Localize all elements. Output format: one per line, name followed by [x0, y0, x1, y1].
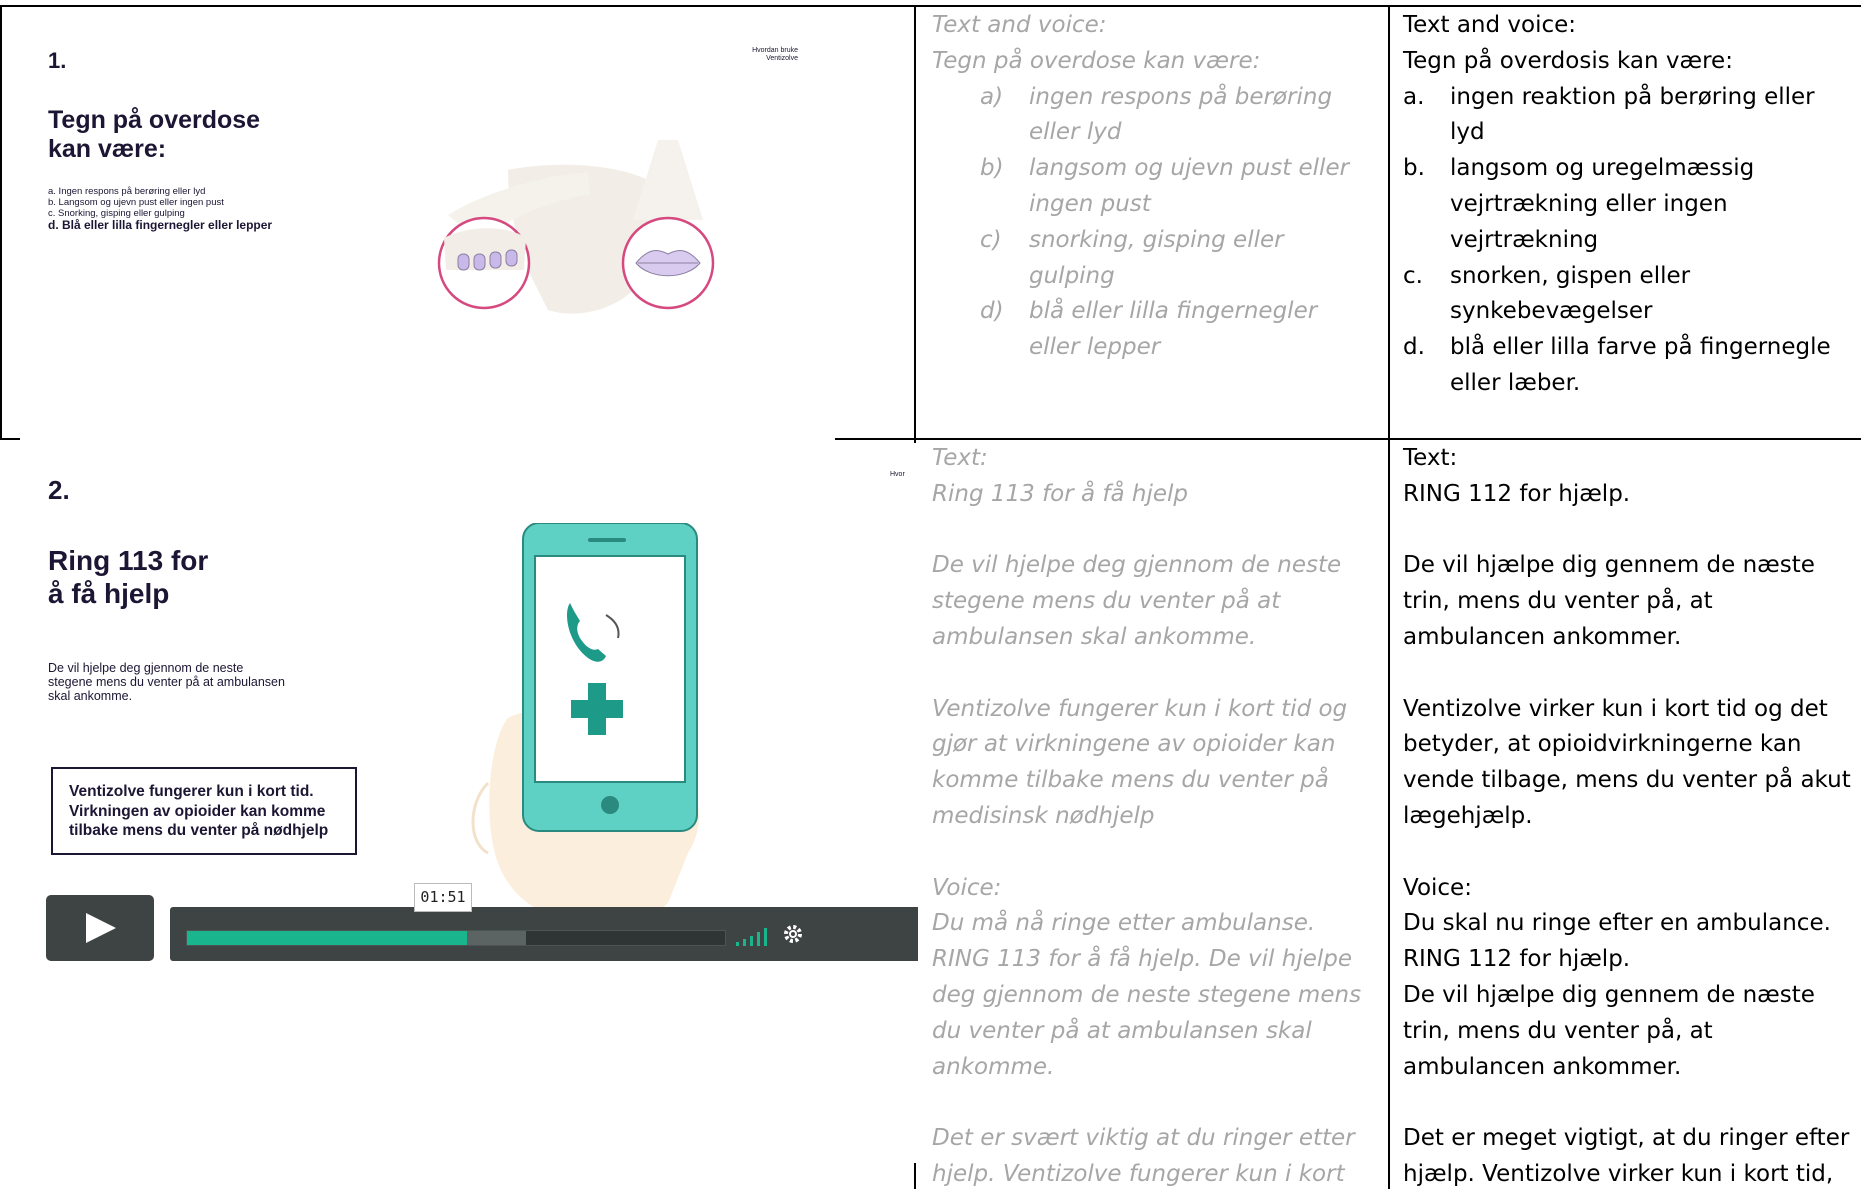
- settings-gear-icon[interactable]: [782, 923, 804, 945]
- cell-intro: Tegn på overdosis kan være:: [1403, 47, 1733, 74]
- table-row-divider: [835, 438, 1861, 440]
- norwegian-cell-row1: Text and voice: Tegn på overdose kan vær…: [932, 8, 1382, 366]
- slide-number: 1.: [48, 48, 67, 73]
- signs-list: a) ingen respons på berøring eller lyd b) …: [932, 80, 1382, 366]
- table-column-divider-2: [1388, 5, 1390, 1189]
- list-item: c. snorken, gispen eller synkebevægelser: [1403, 262, 1691, 325]
- warning-callout-box: Ventizolve fungerer kun i kort tid. Virk…: [51, 767, 357, 855]
- slide-number: 2.: [48, 475, 70, 505]
- list-item: a. ingen reaktion på berøring eller lyd: [1403, 83, 1815, 146]
- playback-time-tooltip: 01:51: [414, 883, 472, 912]
- text-heading: Text:: [932, 445, 988, 471]
- table-top-border: [0, 5, 1861, 7]
- slide-corner-label: Hvordan bruke Ventizolve: [752, 47, 798, 62]
- volume-icon[interactable]: [736, 927, 770, 947]
- cell-intro: Tegn på overdose kan være:: [932, 47, 1261, 74]
- buffer-bar: [467, 931, 526, 945]
- progress-fill: [187, 931, 467, 945]
- danish-cell-row2: Text: RING 112 for hjælp. De vil hjælpe …: [1403, 441, 1861, 1193]
- list-item: d. blå eller lilla farve på fingernegle el…: [1403, 334, 1831, 396]
- play-button[interactable]: [46, 895, 154, 961]
- overdose-signs-list: a. Ingen respons på berøring eller lyd b…: [48, 186, 273, 232]
- video-slide-1: 1. Hvordan bruke Ventizolve Tegn på over…: [28, 10, 818, 433]
- signs-list: a. ingen reaktion på berøring eller lyd b.…: [1403, 80, 1861, 402]
- text-line: Ring 113 for å få hjelp: [932, 480, 1189, 507]
- slide-corner-label: Hvor: [890, 471, 905, 478]
- slide-title: Tegn på overdose kan være:: [48, 106, 261, 163]
- list-item: a) ingen respons på berøring eller lyd: [980, 83, 1333, 146]
- text-line: RING 112 for hjælp.: [1403, 480, 1631, 507]
- voice-heading: Voice:: [932, 874, 1002, 901]
- play-icon: [86, 913, 116, 943]
- fingernails-magnifier: [437, 216, 531, 310]
- phone-in-hand-illustration: [471, 523, 699, 927]
- table-row-divider-left-stub: [0, 438, 20, 440]
- danish-cell-row1: Text and voice: Tegn på overdosis kan væ…: [1403, 8, 1861, 402]
- fingernails-lips-illustration: [437, 140, 715, 314]
- voice-heading: Voice:: [1403, 874, 1472, 901]
- cell-heading: Text and voice:: [932, 12, 1107, 38]
- list-item: b) langsom og ujevn pust eller ingen pust: [980, 155, 1350, 217]
- translation-table: 1. Hvordan bruke Ventizolve Tegn på over…: [0, 0, 1861, 1189]
- list-item: c) snorking, gisping eller gulping: [980, 226, 1284, 289]
- phone-icon: [522, 523, 698, 832]
- slide-title: Ring 113 for å få hjelp: [48, 545, 209, 609]
- list-item: b. langsom og uregelmæssig vejrtrækning el…: [1403, 155, 1755, 253]
- table-left-border: [0, 5, 2, 438]
- slide-body-text: De vil hjelpe deg gjennom de neste stege…: [48, 661, 285, 703]
- list-item: d) blå eller lilla fingernegler eller lepp…: [980, 298, 1318, 361]
- video-slide-2: 2. Hvor Ring 113 for å få hjelp De vil h…: [28, 443, 918, 1163]
- norwegian-cell-row2: Text: Ring 113 for å få hjelp De vil hje…: [932, 441, 1382, 1193]
- text-heading: Text:: [1403, 445, 1458, 471]
- video-controls-bar: [170, 907, 918, 961]
- cell-heading: Text and voice:: [1403, 12, 1577, 38]
- progress-track[interactable]: [186, 930, 726, 946]
